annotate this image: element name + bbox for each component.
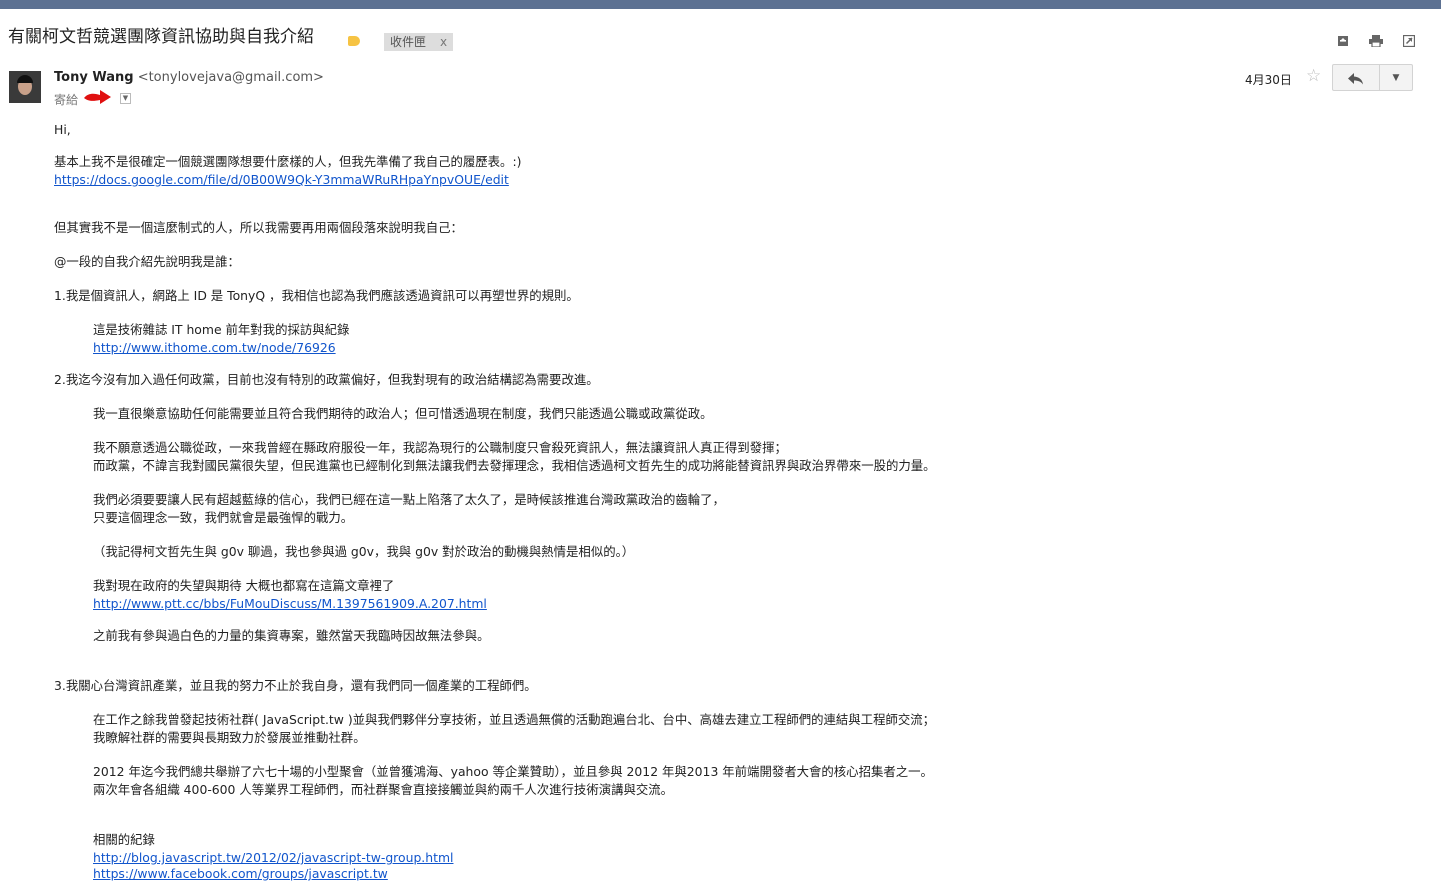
ptt-link[interactable]: http://www.ptt.cc/bbs/FuMouDiscuss/M.139… bbox=[93, 596, 487, 612]
sender-email: <tonylovejava@gmail.com> bbox=[137, 70, 324, 85]
to-label: 寄給 bbox=[54, 93, 79, 107]
body-line: 2012 年迄今我們總共舉辦了六七十場的小型聚會（並曾獲鴻海、yahoo 等企業… bbox=[93, 764, 933, 779]
body-line: 而政黨，不諱言我對國民黨很失望，但民進黨也已經制化到無法讓我們去發揮理念，我相信… bbox=[93, 458, 936, 473]
new-window-icon[interactable] bbox=[1402, 34, 1416, 49]
archive-icon[interactable] bbox=[1336, 35, 1350, 49]
body-line: 基本上我不是很確定一個競選團隊想要什麼樣的人，但我先準備了我自己的履歷表。:) bbox=[54, 154, 522, 169]
resume-link[interactable]: https://docs.google.com/file/d/0B00W9Qk-… bbox=[54, 172, 509, 188]
sender-name[interactable]: Tony Wang bbox=[54, 70, 134, 85]
chevron-down-icon: ▼ bbox=[1392, 73, 1400, 83]
more-options-button[interactable]: ▼ bbox=[1379, 64, 1413, 91]
avatar-hair bbox=[17, 75, 33, 83]
body-greeting: Hi, bbox=[54, 122, 71, 137]
facebook-link[interactable]: https://www.facebook.com/groups/javascri… bbox=[93, 866, 388, 882]
remove-label-button[interactable]: x bbox=[440, 35, 447, 49]
body-line: 但其實我不是一個這麼制式的人，所以我需要再用兩個段落來說明我自己： bbox=[54, 220, 463, 235]
body-line: 我一直很樂意協助任何能需要並且符合我們期待的政治人；但可惜透過現在制度，我們只能… bbox=[93, 406, 713, 421]
body-line: 我瞭解社群的需要與長期致力於發展並推動社群。 bbox=[93, 730, 366, 745]
thread-subject: 有關柯文哲競選團隊資訊協助與自我介紹 bbox=[8, 27, 314, 47]
message-date: 4月30日 bbox=[1245, 73, 1292, 87]
body-line: 只要這個理念一致，我們就會是最強悍的戰力。 bbox=[93, 510, 354, 525]
sender-avatar[interactable] bbox=[9, 71, 41, 103]
star-icon[interactable]: ☆ bbox=[1306, 66, 1321, 86]
label-chip-text: 收件匣 bbox=[390, 35, 427, 49]
inbox-label-chip[interactable]: 收件匣 x bbox=[384, 33, 454, 51]
recipient-details-dropdown[interactable]: ▼ bbox=[120, 93, 131, 104]
body-line: 這是技術雜誌 IT home 前年對我的採訪與紀錄 bbox=[93, 322, 350, 337]
sender-line: Tony Wang <tonylovejava@gmail.com> bbox=[54, 70, 324, 85]
reply-button[interactable] bbox=[1332, 64, 1380, 91]
list-item: 3.我關心台灣資訊產業，並且我的努力不止於我自身，還有我們同一個產業的工程師們。 bbox=[54, 678, 537, 693]
body-line: 之前我有參與過白色的力量的集資專案，雖然當天我臨時因故無法參與。 bbox=[93, 628, 490, 643]
body-line: 在工作之餘我曾發起技術社群( JavaScript.tw )並與我們夥伴分享技術… bbox=[93, 712, 936, 727]
recipient-line: 寄給 bbox=[54, 91, 78, 108]
list-item: 1.我是個資訊人，網路上 ID 是 TonyQ ，我相信也認為我們應該透過資訊可… bbox=[54, 288, 579, 303]
body-line: 相關的紀錄 bbox=[93, 832, 155, 847]
ithome-link[interactable]: http://www.ithome.com.tw/node/76926 bbox=[93, 340, 336, 356]
reply-icon bbox=[1348, 72, 1363, 84]
body-line: 我不願意透過公職從政，一來我曾經在縣政府服役一年，我認為現行的公職制度只會殺死資… bbox=[93, 440, 787, 455]
body-line: 我對現在政府的失望與期待 大概也都寫在這篇文章裡了 bbox=[93, 578, 395, 593]
blog-link[interactable]: http://blog.javascript.tw/2012/02/javasc… bbox=[93, 850, 453, 866]
print-icon[interactable] bbox=[1369, 35, 1383, 49]
list-item: 2.我迄今沒有加入過任何政黨，目前也沒有特別的政黨偏好，但我對現有的政治結構認為… bbox=[54, 372, 599, 387]
body-line: @一段的自我介紹先說明我是誰： bbox=[54, 254, 240, 269]
red-arrow-icon bbox=[84, 90, 111, 104]
top-bar bbox=[0, 0, 1441, 9]
body-line: 兩次年會各組織 400-600 人等業界工程師們，而社群聚會直接接觸並與約兩千人… bbox=[93, 782, 674, 797]
subject-row: 有關柯文哲競選團隊資訊協助與自我介紹 收件匣 x bbox=[0, 9, 1441, 57]
important-label-icon[interactable] bbox=[348, 36, 360, 46]
body-line: 我們必須要要讓人民有超越藍綠的信心，我們已經在這一點上陷落了太久了，是時候該推進… bbox=[93, 492, 725, 507]
body-line: （我記得柯文哲先生與 g0v 聊過，我也參與過 g0v，我與 g0v 對於政治的… bbox=[93, 544, 635, 559]
